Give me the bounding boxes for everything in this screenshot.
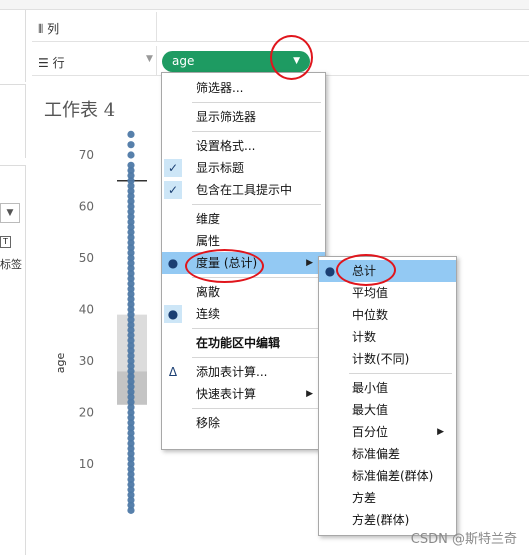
bullet-icon: ● xyxy=(167,256,179,270)
annotation-circle-caret xyxy=(270,35,313,80)
menu-item[interactable]: 标准偏差(群体) xyxy=(319,465,456,487)
menu-item-label: 快速表计算 xyxy=(196,387,257,401)
marks-card xyxy=(0,165,26,555)
menu-item[interactable]: 方差 xyxy=(319,487,456,509)
data-point xyxy=(127,506,135,514)
left-panel-top xyxy=(0,10,26,82)
toolbar-strip xyxy=(0,0,529,10)
menu-item[interactable]: 最小值 xyxy=(319,377,456,399)
rows-shelf-arrow-icon: ▼ xyxy=(146,54,153,64)
bullet-icon: ● xyxy=(324,264,336,278)
menu-separator xyxy=(192,357,321,358)
shelf-divider xyxy=(156,12,157,42)
menu-separator xyxy=(192,131,321,132)
menu-separator xyxy=(349,373,452,374)
menu-item[interactable]: 中位数 xyxy=(319,304,456,326)
shelf-divider xyxy=(156,46,157,76)
menu-item[interactable]: ✓ 包含在工具提示中 xyxy=(162,179,325,201)
menu-item[interactable]: 计数 xyxy=(319,326,456,348)
menu-item-label: 维度 xyxy=(196,212,221,226)
y-axis-label: age xyxy=(54,353,67,374)
menu-item[interactable]: 在功能区中编辑 xyxy=(162,332,325,354)
menu-separator xyxy=(192,328,321,329)
menu-item-label: 中位数 xyxy=(352,308,389,322)
menu-item-label: 最大值 xyxy=(352,403,389,417)
menu-item-label: 最小值 xyxy=(352,381,389,395)
menu-item[interactable]: 百分位 ▶ xyxy=(319,421,456,443)
menu-item-label: 标准偏差(群体) xyxy=(352,469,434,483)
y-tick-label: 50 xyxy=(79,251,94,265)
menu-item[interactable]: 显示筛选器 xyxy=(162,106,325,128)
menu-separator xyxy=(192,102,321,103)
left-panel-middle xyxy=(0,84,26,158)
menu-item[interactable]: 最大值 xyxy=(319,399,456,421)
menu-item[interactable]: 离散 xyxy=(162,281,325,303)
bullet-icon: ● xyxy=(167,307,179,321)
menu-item-label: 在功能区中编辑 xyxy=(196,336,281,350)
menu-separator xyxy=(192,204,321,205)
menu-item[interactable]: 快速表计算 ▶ xyxy=(162,383,325,405)
y-tick-label: 60 xyxy=(79,200,94,214)
menu-item-label: 百分位 xyxy=(352,425,389,439)
menu-item-label: 添加表计算... xyxy=(196,365,268,379)
submenu-arrow-icon: ▶ xyxy=(437,427,444,437)
pill-label: age xyxy=(172,54,195,68)
menu-item-label: 设置格式... xyxy=(196,139,256,153)
y-tick-label: 40 xyxy=(79,303,94,317)
menu-item[interactable]: 计数(不同) xyxy=(319,348,456,370)
worksheet-title: 工作表 4 xyxy=(44,100,116,121)
menu-item[interactable]: 设置格式... xyxy=(162,135,325,157)
check-icon: ✓ xyxy=(167,183,179,197)
submenu-arrow-icon: ▶ xyxy=(306,258,313,268)
box-plot-chart: age1020304050607080 xyxy=(54,130,147,514)
y-tick-label: 20 xyxy=(79,406,94,420)
menu-item[interactable]: 标准偏差 xyxy=(319,443,456,465)
menu-item-label: 包含在工具提示中 xyxy=(196,183,293,197)
columns-label-text: 列 xyxy=(47,22,60,36)
menu-item-label: 连续 xyxy=(196,307,221,321)
rows-shelf-label: ☰ 行 xyxy=(38,54,65,71)
data-point xyxy=(127,151,135,159)
menu-item[interactable]: 维度 xyxy=(162,208,325,230)
delta-icon: Δ xyxy=(168,365,178,379)
menu-item[interactable]: 平均值 xyxy=(319,282,456,304)
label-mark-text: 标签 xyxy=(0,258,22,271)
menu-item-label: 方差(群体) xyxy=(352,513,410,527)
check-icon: ✓ xyxy=(167,161,179,175)
menu-item[interactable]: 筛选器... xyxy=(162,77,325,99)
y-tick-label: 10 xyxy=(79,457,94,471)
menu-item-label: 离散 xyxy=(196,285,221,299)
menu-item[interactable]: 移除 xyxy=(162,412,325,434)
menu-item[interactable]: Δ 添加表计算... xyxy=(162,361,325,383)
data-point xyxy=(127,130,135,138)
measure-submenu: ● 总计 平均值 中位数 计数 计数(不同) 最小值 最大值 百分位 ▶ 标准偏差 标准偏差(群体) 方… xyxy=(318,256,457,536)
columns-shelf-label: ⦀ 列 xyxy=(38,20,59,37)
rows-label-text: 行 xyxy=(52,56,65,70)
menu-separator xyxy=(192,408,321,409)
menu-item-label: 显示筛选器 xyxy=(196,110,257,124)
data-point xyxy=(127,141,135,149)
y-tick-label: 30 xyxy=(79,354,94,368)
annotation-circle-measure xyxy=(185,249,264,283)
columns-icon: ⦀ xyxy=(38,22,44,36)
menu-item-label: 筛选器... xyxy=(196,81,244,95)
menu-item[interactable]: 属性 xyxy=(162,230,325,252)
menu-item-label: 计数(不同) xyxy=(352,352,410,366)
menu-item-label: 方差 xyxy=(352,491,377,505)
y-tick-label: 70 xyxy=(79,148,94,162)
watermark: CSDN @斯特兰奇 xyxy=(410,532,517,547)
label-mark-icon[interactable]: T xyxy=(0,236,11,248)
menu-item-label: 计数 xyxy=(352,330,377,344)
menu-item-label: 标准偏差 xyxy=(352,447,401,461)
submenu-arrow-icon: ▶ xyxy=(306,389,313,399)
menu-item-label: 移除 xyxy=(196,416,221,430)
menu-item[interactable]: ✓ 显示标题 xyxy=(162,157,325,179)
mark-type-dropdown[interactable]: ▼ xyxy=(0,203,20,223)
annotation-circle-sum xyxy=(336,254,396,286)
menu-item-label: 显示标题 xyxy=(196,161,245,175)
menu-item[interactable]: ● 连续 xyxy=(162,303,325,325)
rows-icon: ☰ xyxy=(38,56,49,70)
